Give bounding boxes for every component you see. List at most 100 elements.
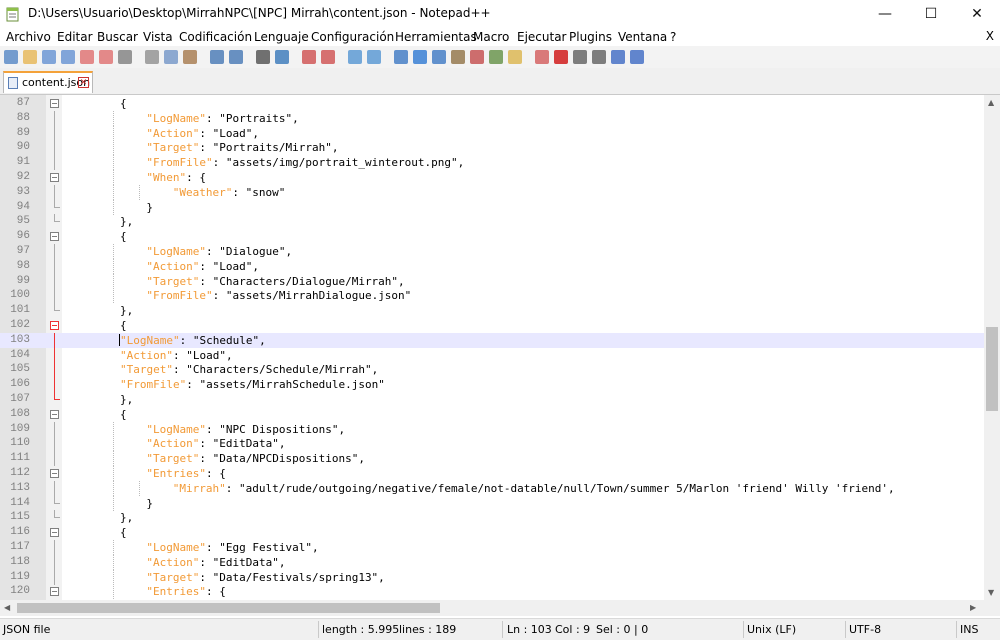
code-line[interactable]: 89 "Action": "Load", (0, 125, 984, 141)
menu-vista[interactable]: Vista (143, 30, 173, 44)
code-line[interactable]: 107}, (0, 392, 984, 407)
code-line[interactable]: 118 "Action": "EditData", (0, 554, 984, 570)
code-line[interactable]: 101}, (0, 303, 984, 318)
language-icon[interactable] (451, 50, 465, 64)
code-line[interactable]: 114} (0, 495, 984, 511)
vertical-scrollbar[interactable]: ▲ ▼ (984, 95, 1000, 600)
minimize-button[interactable]: — (862, 0, 908, 28)
code-line[interactable]: 110 "Action": "EditData", (0, 436, 984, 452)
replace-icon[interactable] (275, 50, 289, 64)
play-macro-icon[interactable] (592, 50, 606, 64)
find-icon[interactable] (256, 50, 270, 64)
code-line[interactable]: 116 { (0, 525, 984, 540)
code-line[interactable]: 117 "LogName": "Egg Festival", (0, 540, 984, 555)
code-line[interactable]: 93 "Weather": "snow" (0, 184, 984, 200)
scroll-up-icon[interactable]: ▲ (988, 98, 994, 107)
stop-macro-icon[interactable] (573, 50, 587, 64)
save-icon[interactable] (42, 50, 56, 64)
sync-vertical-icon[interactable] (348, 50, 362, 64)
menu-ejecutar[interactable]: Ejecutar (517, 30, 567, 44)
paste-icon[interactable] (183, 50, 197, 64)
code-line[interactable]: 87 { (0, 96, 984, 111)
code-line[interactable]: 100 "FromFile": "assets/MirrahDialogue.js… (0, 288, 984, 304)
scroll-left-icon[interactable]: ◀ (4, 603, 10, 612)
doc-map-icon[interactable] (470, 50, 484, 64)
horizontal-scroll-thumb[interactable] (17, 603, 440, 613)
copy-icon[interactable] (164, 50, 178, 64)
code-line[interactable]: 99 "Target": "Characters/Dialogue/Mirrah"… (0, 273, 984, 289)
code-line[interactable]: 111 "Target": "Data/NPCDispositions", (0, 451, 984, 467)
code-line[interactable]: 120 "Entries": { (0, 584, 984, 600)
code-line[interactable]: 112 "Entries": { (0, 466, 984, 481)
menu-plugins[interactable]: Plugins (569, 30, 612, 44)
fold-toggle-icon[interactable] (50, 587, 59, 597)
folder-workspace-icon[interactable] (508, 50, 522, 64)
word-wrap-icon[interactable] (394, 50, 408, 64)
code-line[interactable]: 94} (0, 199, 984, 215)
close-document-button[interactable]: X (986, 29, 994, 43)
menu-codificacion[interactable]: Codificación (179, 30, 252, 44)
code-line[interactable]: 105 "Target": "Characters/Schedule/Mirrah… (0, 362, 984, 378)
menu-macro[interactable]: Macro (473, 30, 509, 44)
open-icon[interactable] (23, 50, 37, 64)
run-macro-multiple-icon[interactable] (611, 50, 625, 64)
code-line[interactable]: 106 "FromFile": "assets/MirrahSchedule.js… (0, 377, 984, 393)
save-all-icon[interactable] (61, 50, 75, 64)
cut-icon[interactable] (145, 50, 159, 64)
close-icon[interactable] (80, 50, 94, 64)
function-list-icon[interactable] (489, 50, 503, 64)
print-icon[interactable] (118, 50, 132, 64)
sync-horizontal-icon[interactable] (367, 50, 381, 64)
vertical-scroll-thumb[interactable] (986, 327, 998, 411)
fold-toggle-icon[interactable] (50, 469, 59, 478)
code-line[interactable]: 96 { (0, 229, 984, 244)
save-macro-icon[interactable] (630, 50, 644, 64)
code-line[interactable]: 115}, (0, 510, 984, 525)
monitor-icon[interactable] (535, 50, 549, 64)
close-all-icon[interactable] (99, 50, 113, 64)
code-line[interactable]: 108 { (0, 407, 984, 422)
menu-lenguaje[interactable]: Lenguaje (254, 30, 309, 44)
fold-toggle-icon[interactable] (50, 321, 59, 330)
fold-toggle-icon[interactable] (50, 99, 59, 108)
menu-herramientas[interactable]: Herramientas (395, 30, 477, 44)
record-macro-icon[interactable] (554, 50, 568, 64)
menu-help[interactable]: ? (670, 30, 676, 44)
fold-toggle-icon[interactable] (50, 528, 59, 538)
scroll-down-icon[interactable]: ▼ (988, 588, 994, 597)
code-line[interactable]: 95}, (0, 214, 984, 229)
menu-ventana[interactable]: Ventana (618, 30, 667, 44)
zoom-in-icon[interactable] (302, 50, 316, 64)
menu-archivo[interactable]: Archivo (6, 30, 51, 44)
tab-close-icon[interactable]: ✕ (78, 77, 89, 88)
indent-guide-icon[interactable] (432, 50, 446, 64)
menu-configuracion[interactable]: Configuración (311, 30, 394, 44)
code-line[interactable]: 102 { (0, 318, 984, 333)
code-line[interactable]: 104 "Action": "Load", (0, 347, 984, 363)
code-line[interactable]: 103 "LogName": "Schedule", (0, 332, 984, 348)
code-line[interactable]: 88 "LogName": "Portraits", (0, 110, 984, 126)
close-window-button[interactable]: ✕ (954, 0, 1000, 28)
code-line[interactable]: 113 "Mirrah": "adult/rude/outgoing/negati… (0, 480, 984, 496)
zoom-out-icon[interactable] (321, 50, 335, 64)
code-line[interactable]: 90 "Target": "Portraits/Mirrah", (0, 140, 984, 156)
code-line[interactable]: 92 "When": { (0, 170, 984, 185)
scroll-right-icon[interactable]: ▶ (970, 603, 976, 612)
redo-icon[interactable] (229, 50, 243, 64)
undo-icon[interactable] (210, 50, 224, 64)
fold-toggle-icon[interactable] (50, 173, 59, 182)
maximize-button[interactable]: ☐ (908, 0, 954, 28)
fold-toggle-icon[interactable] (50, 409, 59, 419)
code-line[interactable]: 109 "LogName": "NPC Dispositions", (0, 421, 984, 437)
code-line[interactable]: 98 "Action": "Load", (0, 258, 984, 274)
code-editor[interactable]: 87{88 "LogName": "Portraits", 89 "Action": … (0, 95, 984, 600)
fold-toggle-icon[interactable] (50, 232, 59, 242)
tab-content-json[interactable]: content.json ✕ (3, 71, 93, 93)
horizontal-scrollbar[interactable]: ◀ ▶ (0, 600, 984, 616)
show-all-chars-icon[interactable] (413, 50, 427, 64)
menu-buscar[interactable]: Buscar (97, 30, 138, 44)
code-line[interactable]: 97 "LogName": "Dialogue", (0, 244, 984, 259)
new-icon[interactable] (4, 50, 18, 64)
code-line[interactable]: 91 "FromFile": "assets/img/portrait_winte… (0, 155, 984, 171)
code-line[interactable]: 119 "Target": "Data/Festivals/spring13", (0, 569, 984, 585)
